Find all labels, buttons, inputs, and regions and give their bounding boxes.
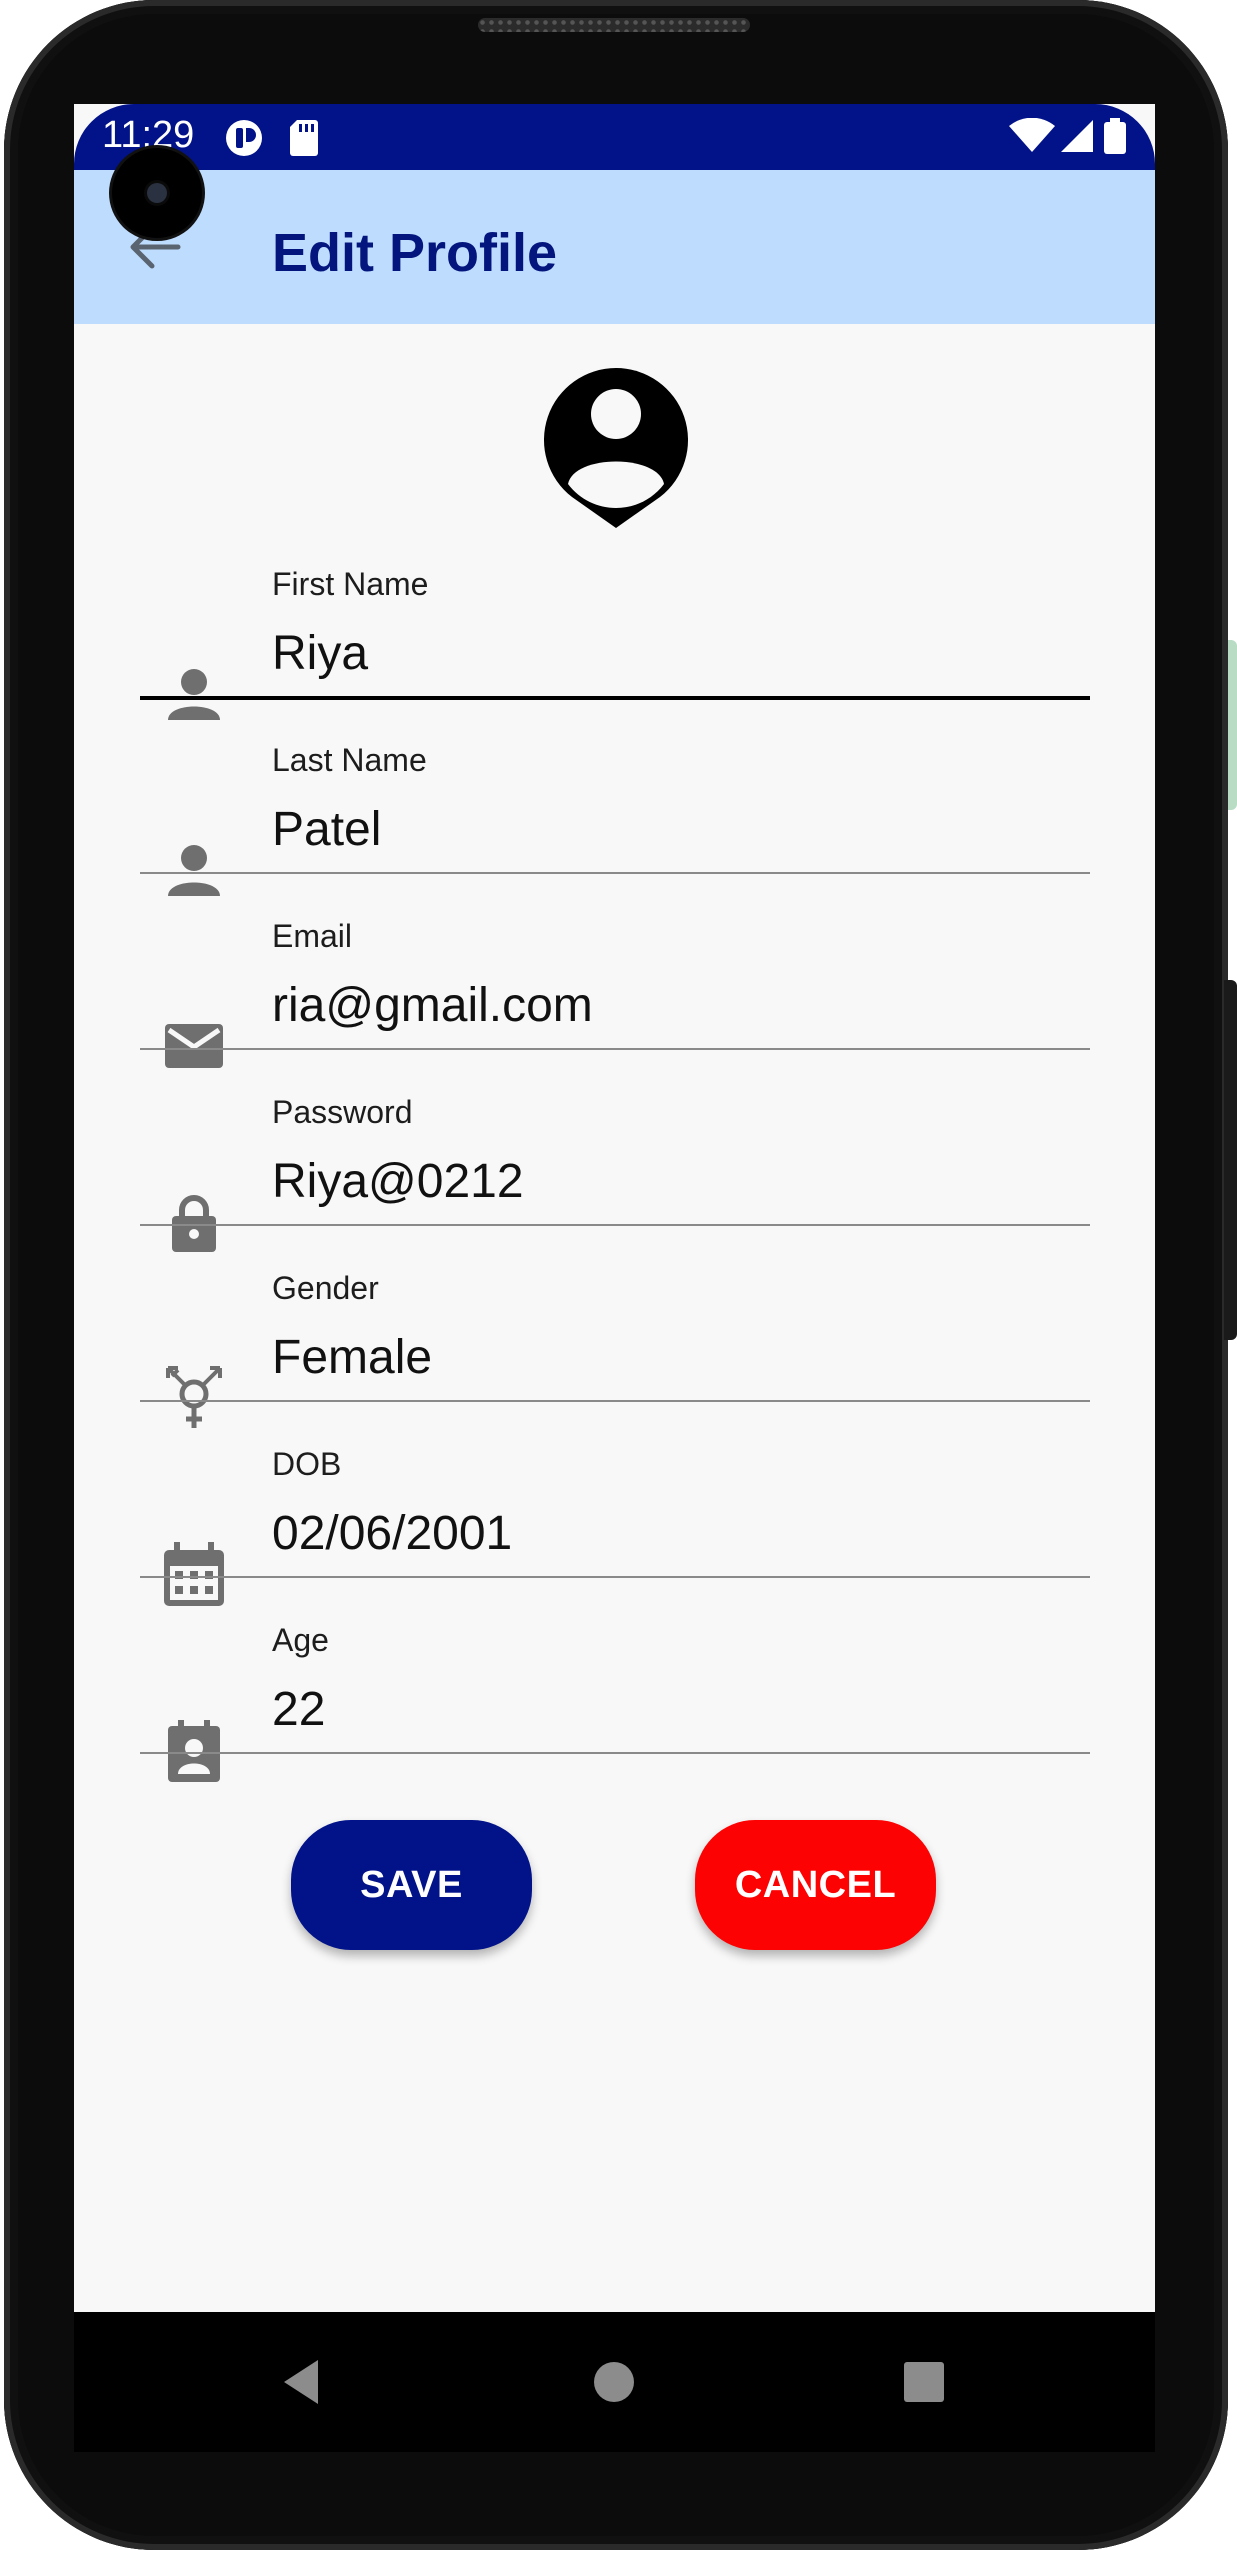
power-button (1224, 980, 1237, 1340)
side-accent (1228, 640, 1237, 810)
email-field[interactable]: Email ria@gmail.com (140, 918, 1090, 1094)
age-label: Age (272, 1622, 329, 1658)
dob-value[interactable]: 02/06/2001 (272, 1506, 512, 1561)
password-field[interactable]: Password Riya@0212 (140, 1094, 1090, 1270)
navigation-bar (74, 2312, 1155, 2452)
dob-label: DOB (272, 1446, 342, 1482)
page-title: Edit Profile (272, 223, 558, 283)
email-value[interactable]: ria@gmail.com (272, 978, 593, 1033)
person-icon (168, 845, 220, 896)
dob-underline (140, 1576, 1090, 1578)
gender-underline (140, 1400, 1090, 1402)
first-name-underline (140, 696, 1090, 700)
back-triangle-icon[interactable] (274, 2352, 334, 2412)
gender-value[interactable]: Female (272, 1330, 432, 1385)
gender-icon (166, 1366, 222, 1428)
person-icon (168, 669, 220, 720)
wifi-icon (1009, 118, 1055, 152)
age-field[interactable]: Age 22 (140, 1622, 1090, 1798)
last-name-label: Last Name (272, 742, 427, 778)
save-button[interactable]: SAVE (291, 1820, 532, 1950)
password-label: Password (272, 1094, 413, 1130)
home-circle-icon[interactable] (584, 2352, 644, 2412)
contact-badge-icon (168, 1720, 220, 1782)
app-notification-icon (226, 120, 262, 156)
first-name-label: First Name (272, 566, 429, 602)
first-name-field[interactable]: First Name Riya (140, 566, 1090, 742)
cancel-button[interactable]: CANCEL (695, 1820, 936, 1950)
password-underline (140, 1224, 1090, 1226)
last-name-field[interactable]: Last Name Patel (140, 742, 1090, 918)
cell-signal-icon (1061, 120, 1093, 152)
screen: 11:29 Edit Profile First Name Riya Last … (74, 104, 1155, 2312)
account-pin-icon[interactable] (542, 366, 690, 534)
app-bar: Edit Profile (74, 170, 1155, 324)
status-bar: 11:29 (74, 104, 1155, 170)
email-label: Email (272, 918, 353, 954)
age-underline (140, 1752, 1090, 1754)
earpiece-speaker (478, 18, 750, 32)
last-name-value[interactable]: Patel (272, 802, 381, 857)
calendar-icon (164, 1542, 224, 1606)
gender-field[interactable]: Gender Female (140, 1270, 1090, 1446)
first-name-value[interactable]: Riya (272, 626, 368, 681)
battery-icon (1104, 118, 1126, 154)
last-name-underline (140, 872, 1090, 874)
age-value[interactable]: 22 (272, 1682, 325, 1737)
front-camera (112, 148, 202, 238)
lock-icon (172, 1195, 216, 1252)
email-underline (140, 1048, 1090, 1050)
password-value[interactable]: Riya@0212 (272, 1154, 524, 1209)
sd-card-icon (290, 120, 318, 156)
recents-square-icon[interactable] (894, 2352, 954, 2412)
mail-icon (165, 1024, 223, 1068)
gender-label: Gender (272, 1270, 379, 1306)
dob-field[interactable]: DOB 02/06/2001 (140, 1446, 1090, 1622)
